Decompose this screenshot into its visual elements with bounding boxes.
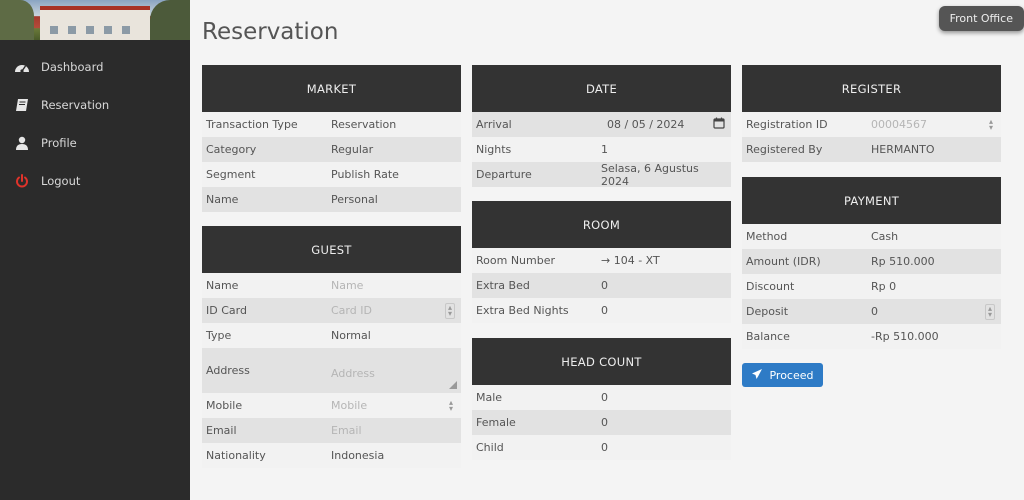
payment-panel: PAYMENT Method Cash Amount (IDR) Rp 510.00… (742, 177, 1001, 349)
dashboard-icon (14, 59, 30, 75)
main-content: Reservation Front Office MARKET Transact… (190, 0, 1024, 500)
register-heading: REGISTER (742, 65, 1001, 112)
transaction-type-select[interactable]: Reservation (331, 118, 461, 131)
female-count-input[interactable]: 0 (601, 416, 731, 429)
book-icon (14, 97, 30, 113)
nights-input[interactable]: 1 (601, 143, 731, 156)
sidebar-item-dashboard[interactable]: Dashboard (0, 48, 190, 86)
sidebar-item-logout[interactable]: Logout (0, 162, 190, 200)
market-panel: MARKET Transaction Type Reservation Categ… (202, 65, 461, 212)
departure-value: Selasa, 6 Agustus 2024 (601, 161, 699, 188)
id-card-input[interactable]: Card ID ▴ ▾ (331, 302, 461, 319)
email-input[interactable]: Email (331, 424, 461, 437)
resize-handle-icon[interactable] (449, 381, 457, 389)
table-row[interactable]: Name Personal (202, 187, 461, 212)
extra-bed-nights-input[interactable]: 0 (601, 304, 731, 317)
spinner-icon: ▴ ▾ (988, 116, 993, 132)
date-panel: DATE Arrival 08 / 05 / 2024 Nights 1 Depar… (472, 65, 731, 188)
sidebar-item-reservation[interactable]: Reservation (0, 86, 190, 124)
amount-value: Rp 510.000 (871, 255, 935, 268)
arrival-date-input[interactable]: 08 / 05 / 2024 (601, 117, 731, 132)
spinner-icon[interactable]: ▴ ▾ (447, 398, 455, 413)
user-icon (14, 135, 30, 151)
registered-by-value: HERMANTO (871, 143, 935, 156)
guest-panel: GUEST Name Name ID Card Card ID ▴ ▾ Type Norm… (202, 226, 461, 468)
proceed-button[interactable]: Proceed (742, 363, 823, 387)
page-title: Reservation (202, 19, 339, 45)
sidebar-item-label: Profile (41, 136, 77, 150)
room-panel: ROOM Room Number → 104 - XT Extra Bed 0 Ex… (472, 201, 731, 323)
sidebar: Dashboard Reservation Profile Logout (0, 0, 190, 500)
front-office-button[interactable]: Front Office (938, 6, 1024, 31)
registration-id-input: 00004567 ▴ ▾ (871, 116, 993, 132)
send-icon (751, 368, 763, 383)
room-number-select[interactable]: → 104 - XT (601, 254, 731, 267)
discount-value: Rp 0 (871, 280, 897, 293)
market-heading: MARKET (202, 65, 461, 112)
extra-bed-input[interactable]: 0 (601, 279, 731, 292)
spinner-icon[interactable]: ▴ ▾ (444, 302, 455, 319)
sidebar-item-label: Reservation (41, 98, 110, 112)
address-textarea[interactable]: Address (331, 348, 461, 393)
date-heading: DATE (472, 65, 731, 112)
sidebar-item-label: Logout (41, 174, 81, 188)
sidebar-item-label: Dashboard (41, 60, 104, 74)
payment-heading: PAYMENT (742, 177, 1001, 224)
table-row[interactable]: Category Regular (202, 137, 461, 162)
register-panel: REGISTER Registration ID 00004567 ▴ ▾ Regis… (742, 65, 1001, 162)
category-select[interactable]: Regular (331, 143, 461, 156)
child-count-input[interactable]: 0 (601, 441, 731, 454)
room-heading: ROOM (472, 201, 731, 248)
balance-value: -Rp 510.000 (871, 330, 939, 343)
guest-name-input[interactable]: Name (331, 279, 461, 292)
spinner-icon[interactable]: ▴ ▾ (984, 303, 995, 320)
payment-method-select[interactable]: Cash (871, 230, 1001, 243)
sidebar-item-profile[interactable]: Profile (0, 124, 190, 162)
guest-heading: GUEST (202, 226, 461, 273)
calendar-icon[interactable] (713, 117, 725, 132)
table-row[interactable]: Segment Publish Rate (202, 162, 461, 187)
mobile-input[interactable]: Mobile ▴ ▾ (331, 398, 461, 413)
male-count-input[interactable]: 0 (601, 391, 731, 404)
hotel-banner-image (0, 0, 190, 40)
segment-select[interactable]: Publish Rate (331, 168, 461, 181)
guest-type-select[interactable]: Normal (331, 329, 461, 342)
market-name-select[interactable]: Personal (331, 193, 461, 206)
headcount-panel: HEAD COUNT Male 0 Female 0 Child 0 (472, 338, 731, 460)
power-icon (14, 173, 30, 189)
nationality-select[interactable]: Indonesia (331, 449, 461, 462)
deposit-input[interactable]: 0 ▴ ▾ (871, 303, 1001, 320)
headcount-heading: HEAD COUNT (472, 338, 731, 385)
table-row[interactable]: Transaction Type Reservation (202, 112, 461, 137)
